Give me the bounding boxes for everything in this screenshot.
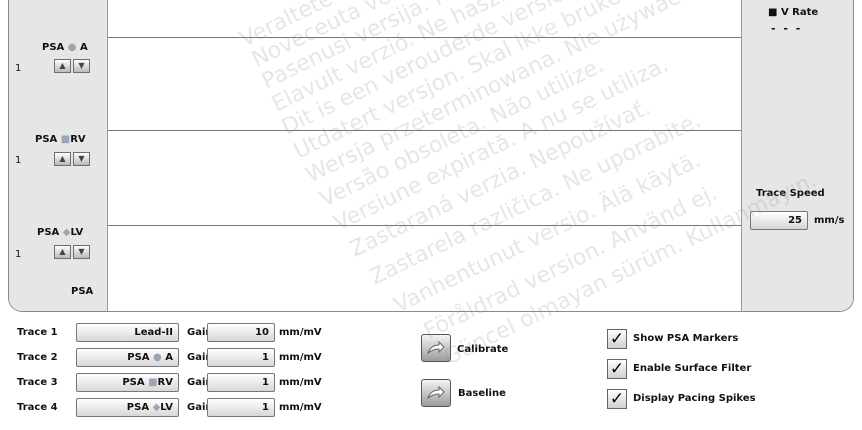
- baseline-label: Baseline: [458, 388, 506, 399]
- trace-label: Trace 4: [17, 402, 58, 413]
- up-arrow-icon: ▲: [59, 247, 66, 256]
- trace-speed-unit: mm/s: [814, 215, 845, 226]
- display-pacing-spikes-label: Display Pacing Spikes: [633, 393, 756, 404]
- channel-prefix: PSA: [42, 42, 65, 53]
- channel-name: A: [79, 42, 88, 53]
- enable-surface-filter-label: Enable Surface Filter: [633, 363, 752, 374]
- trace-4-source-select[interactable]: PSA ◆LV: [76, 398, 179, 417]
- channel-lv-up-button[interactable]: ▲: [54, 245, 71, 259]
- show-psa-markers-label: Show PSA Markers: [633, 333, 739, 344]
- source-name: LV: [160, 402, 173, 413]
- channel-controls-column: PSA ● A 1 ▲ ▼ PSA ■RV 1 ▲ ▼ PSA ◆LV 1 ▲ …: [9, 0, 107, 311]
- gain-unit: mm/mV: [279, 352, 322, 363]
- trace-2-source-select[interactable]: PSA ● A: [76, 348, 179, 367]
- channel-prefix: PSA: [37, 227, 60, 238]
- enable-surface-filter-checkbox[interactable]: ✓: [607, 359, 627, 379]
- trace-label: Trace 1: [17, 327, 58, 338]
- trace-settings: Trace 1 Lead-II Gain 10 mm/mV Trace 2 PS…: [0, 312, 862, 430]
- display-pacing-spikes-checkbox[interactable]: ✓: [607, 389, 627, 409]
- source-text: Lead-II: [134, 327, 173, 338]
- psa-trace-panel: PSA ● A 1 ▲ ▼ PSA ■RV 1 ▲ ▼ PSA ◆LV 1 ▲ …: [8, 0, 854, 312]
- trace-line-rv: [108, 130, 741, 131]
- square-icon: ■: [768, 7, 778, 18]
- channel-lv-value: 1: [15, 249, 22, 260]
- channel-lv-down-button[interactable]: ▼: [73, 245, 90, 259]
- show-psa-markers-option: ✓ Show PSA Markers: [607, 329, 847, 351]
- calibrate-button[interactable]: [421, 334, 451, 362]
- calibrate-label: Calibrate: [457, 344, 509, 355]
- trace-speed-label: Trace Speed: [756, 188, 825, 199]
- trace-display: [107, 0, 742, 311]
- trace-row-3: Trace 3 PSA ■RV Gain 1 mm/mV: [17, 373, 357, 395]
- gain-unit: mm/mV: [279, 377, 322, 388]
- channel-name: RV: [70, 134, 86, 145]
- down-arrow-icon: ▼: [78, 154, 85, 163]
- channel-label-psa: PSA: [71, 286, 94, 297]
- trace-speed-select[interactable]: 25: [750, 211, 808, 230]
- channel-a-up-button[interactable]: ▲: [54, 59, 71, 73]
- enable-surface-filter-option: ✓ Enable Surface Filter: [607, 359, 847, 381]
- dot-icon: ●: [67, 42, 77, 53]
- show-psa-markers-checkbox[interactable]: ✓: [607, 329, 627, 349]
- trace-row-2: Trace 2 PSA ● A Gain 1 mm/mV: [17, 348, 357, 370]
- source-text: PSA: [127, 352, 150, 363]
- gain-unit: mm/mV: [279, 402, 322, 413]
- trace-3-gain-select[interactable]: 1: [207, 373, 275, 392]
- down-arrow-icon: ▼: [78, 61, 85, 70]
- source-text: PSA: [122, 377, 145, 388]
- trace-4-gain-select[interactable]: 1: [207, 398, 275, 417]
- trace-label: Trace 3: [17, 377, 58, 388]
- baseline-button[interactable]: [421, 379, 451, 407]
- up-arrow-icon: ▲: [59, 154, 66, 163]
- trace-row-1: Trace 1 Lead-II Gain 10 mm/mV: [17, 323, 357, 345]
- trace-2-gain-select[interactable]: 1: [207, 348, 275, 367]
- down-arrow-icon: ▼: [78, 247, 85, 256]
- v-rate-value: - - -: [771, 22, 803, 35]
- channel-rv-down-button[interactable]: ▼: [73, 152, 90, 166]
- trace-label: Trace 2: [17, 352, 58, 363]
- channel-label-a: PSA ● A: [42, 42, 88, 53]
- trace-line-a: [108, 37, 741, 38]
- channel-rv-up-button[interactable]: ▲: [54, 152, 71, 166]
- trace-line-lv: [108, 225, 741, 226]
- square-icon: ■: [148, 377, 158, 388]
- channel-label-lv: PSA ◆LV: [37, 227, 83, 238]
- v-rate-text: V Rate: [780, 7, 819, 18]
- square-icon: ■: [60, 134, 71, 145]
- channel-rv-value: 1: [15, 155, 22, 166]
- source-name: RV: [157, 377, 173, 388]
- gain-unit: mm/mV: [279, 327, 322, 338]
- trace-1-source-select[interactable]: Lead-II: [76, 323, 179, 342]
- source-text: PSA: [126, 402, 150, 413]
- channel-a-down-button[interactable]: ▼: [73, 59, 90, 73]
- arrow-icon: [426, 385, 445, 400]
- arrow-icon: [426, 340, 445, 355]
- channel-prefix: PSA: [35, 134, 58, 145]
- rate-speed-column: ■ V Rate - - - Trace Speed 25 mm/s: [742, 0, 853, 311]
- dot-icon: ●: [153, 352, 162, 363]
- trace-3-source-select[interactable]: PSA ■RV: [76, 373, 179, 392]
- channel-label-rv: PSA ■RV: [35, 134, 86, 145]
- display-pacing-spikes-option: ✓ Display Pacing Spikes: [607, 389, 847, 411]
- source-name: A: [165, 352, 173, 363]
- trace-row-4: Trace 4 PSA ◆LV Gain 1 mm/mV: [17, 398, 357, 420]
- trace-1-gain-select[interactable]: 10: [207, 323, 275, 342]
- channel-name: LV: [70, 227, 84, 238]
- channel-a-value: 1: [15, 63, 22, 74]
- up-arrow-icon: ▲: [59, 61, 66, 70]
- v-rate-label: ■ V Rate: [768, 7, 818, 18]
